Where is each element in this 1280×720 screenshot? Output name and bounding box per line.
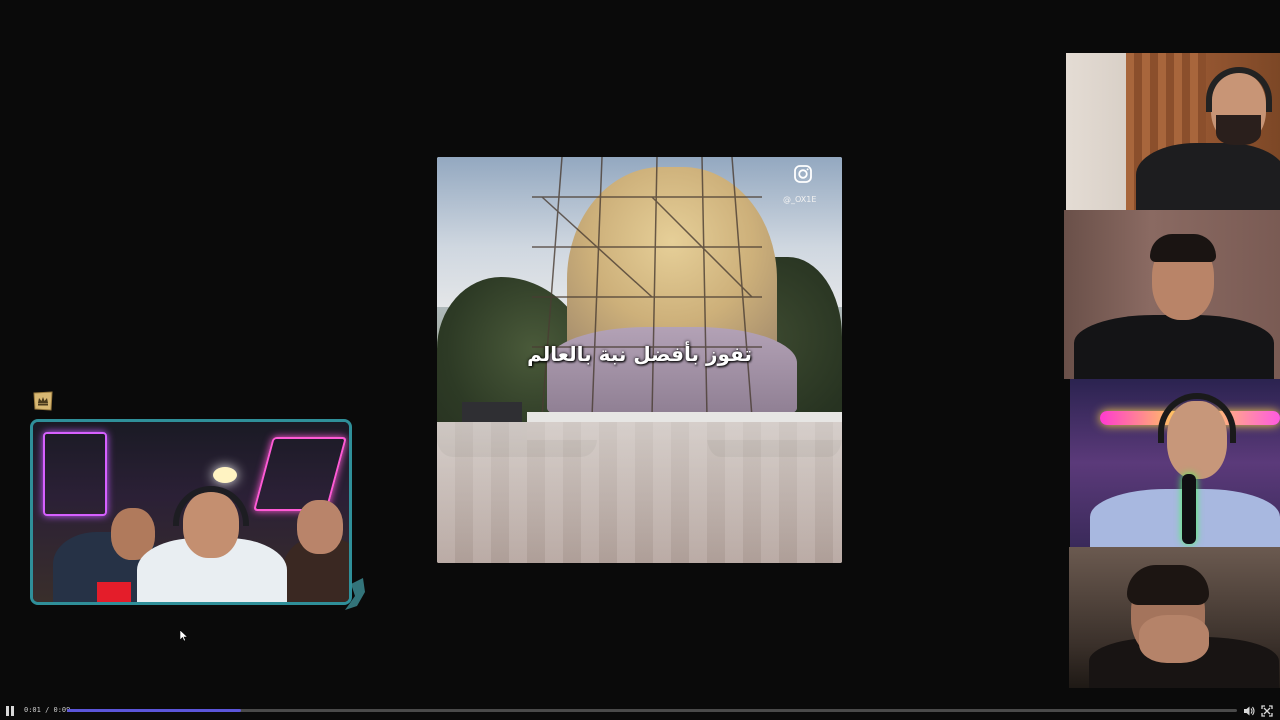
- frame-corner-ornament-icon: [345, 578, 365, 610]
- person-right-head: [297, 500, 343, 554]
- red-object: [97, 582, 131, 602]
- video-caption: تفوز بأفضل نبة بالعالم: [527, 342, 752, 366]
- volume-icon[interactable]: [1243, 705, 1255, 717]
- guest-2-hair: [1150, 234, 1216, 262]
- center-video-frame: تفوز بأفضل نبة بالعالم @_OX1E: [437, 157, 842, 563]
- fullscreen-icon[interactable]: [1261, 705, 1273, 717]
- guest-webcam-4: [1069, 547, 1280, 688]
- crown-badge-icon: [33, 391, 53, 411]
- guest-1-headset: [1206, 67, 1272, 112]
- instagram-icon: [794, 165, 812, 183]
- guest-1-beard: [1216, 115, 1261, 145]
- guest-webcam-1: [1066, 53, 1280, 210]
- guest-3-headset: [1158, 393, 1236, 443]
- guest-3-microphone: [1182, 474, 1196, 544]
- time-display: 0:01 / 0:09: [24, 706, 71, 714]
- guest-webcam-3: [1070, 379, 1280, 547]
- pause-icon: [6, 706, 9, 716]
- ceiling-light: [213, 467, 237, 483]
- guest-2-body: [1074, 315, 1274, 379]
- guest-4-hand: [1139, 615, 1209, 663]
- pause-icon-bar: [11, 706, 14, 716]
- guest-4-hair: [1127, 565, 1209, 605]
- guest-1-body: [1136, 143, 1280, 210]
- pause-button[interactable]: [4, 705, 16, 717]
- watermark-handle: @_OX1E: [783, 195, 817, 204]
- mouse-cursor-icon: [180, 630, 188, 642]
- neon-light-left: [43, 432, 107, 516]
- guest-webcam-2: [1064, 210, 1280, 379]
- video-scaffolding: [532, 157, 762, 417]
- video-plaza-shade: [437, 422, 842, 563]
- seek-bar-progress: [67, 709, 242, 712]
- streamer-webcam: [30, 419, 352, 605]
- seek-bar[interactable]: [67, 709, 1237, 712]
